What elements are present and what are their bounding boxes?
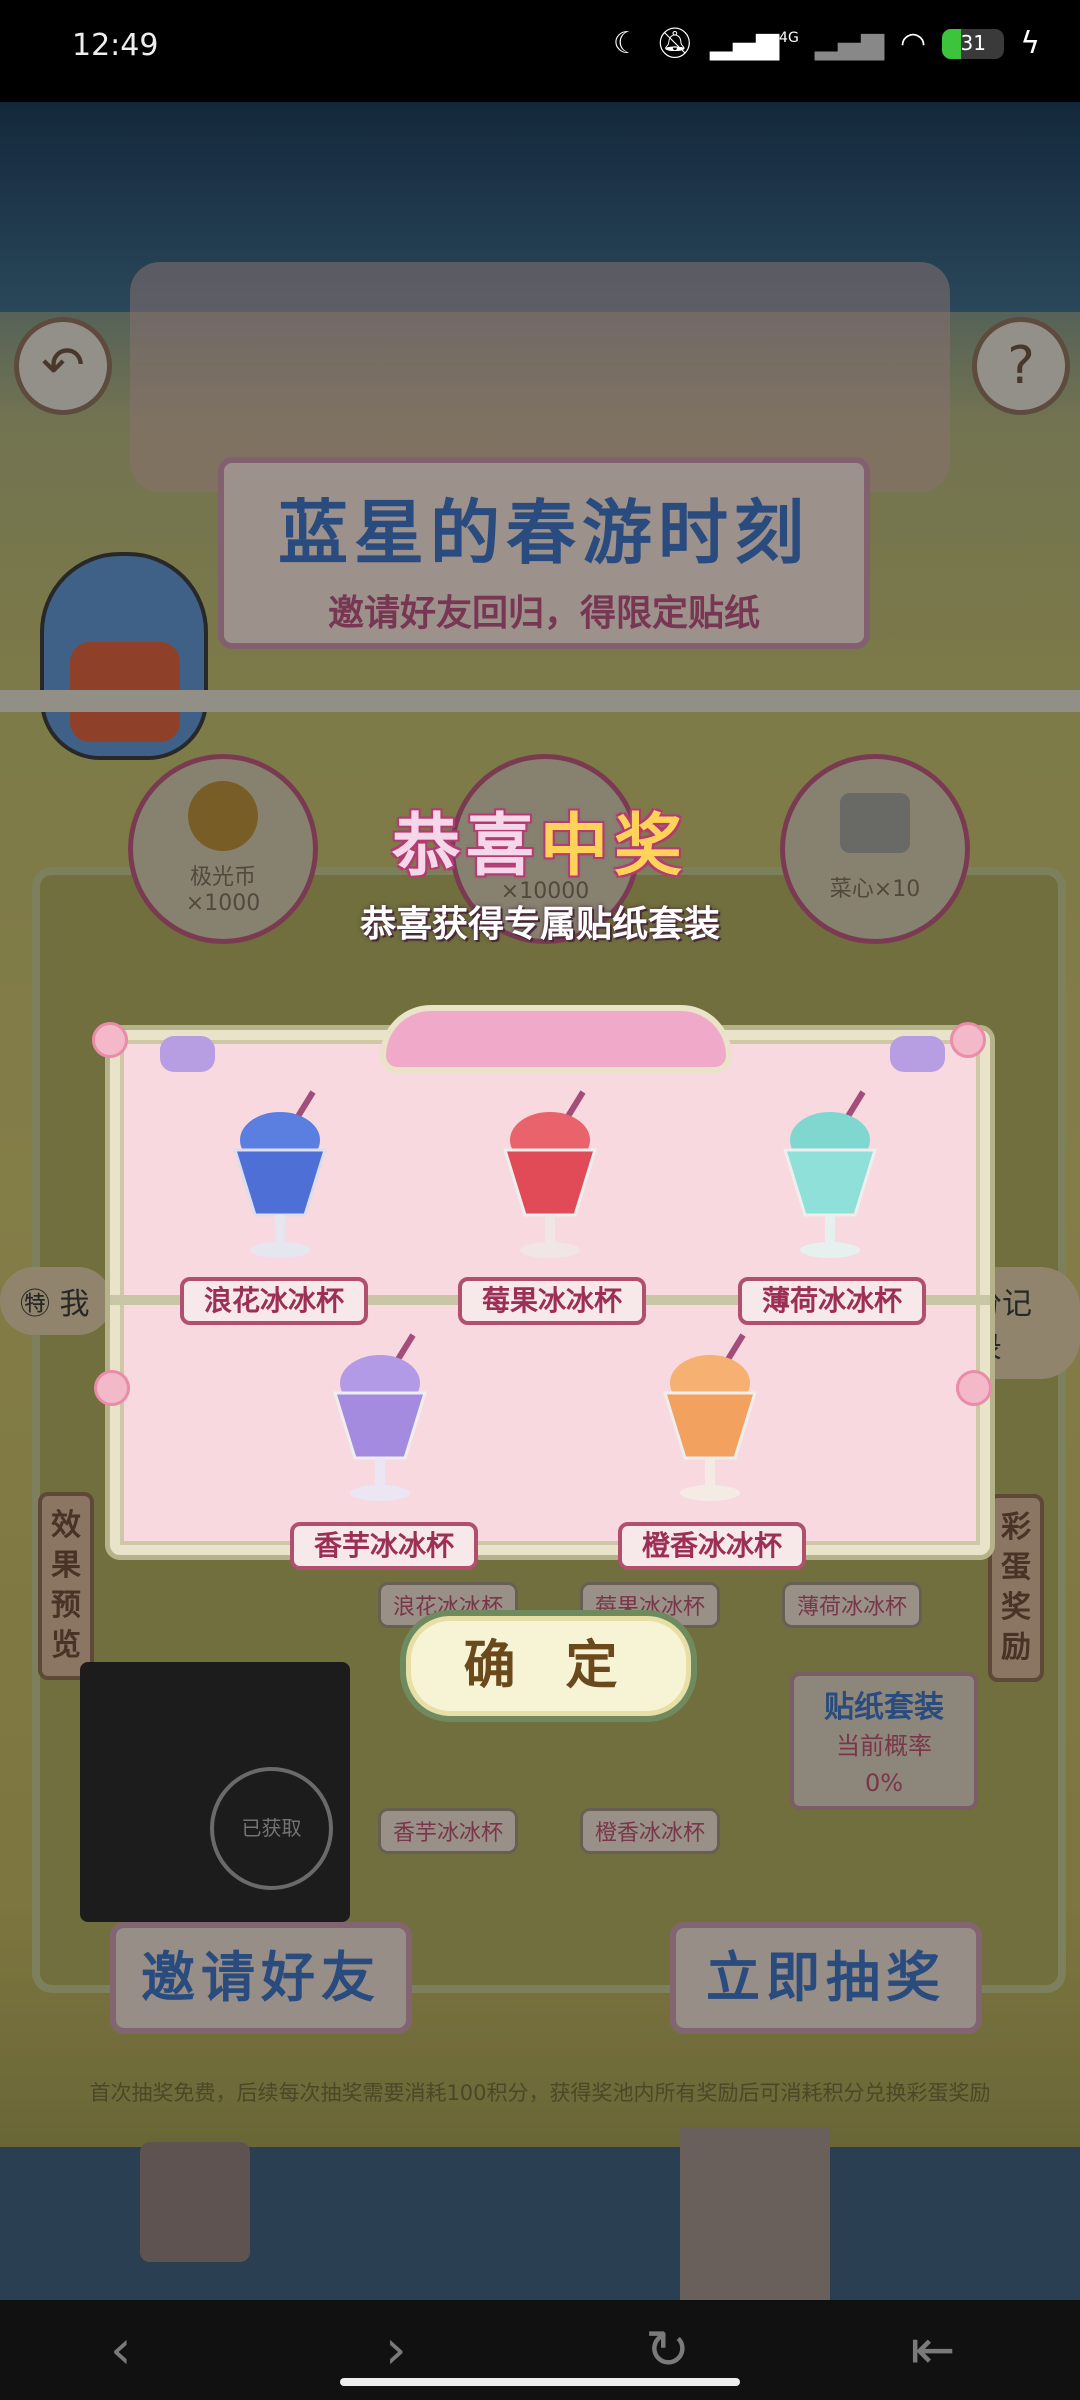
moon-icon: ☾ — [612, 26, 640, 61]
battery-text: 31 — [960, 30, 986, 55]
charging-icon: ϟ — [1020, 26, 1040, 61]
exit-icon[interactable]: ⇤ — [910, 2318, 955, 2381]
congrats-title-part2: 中奖 — [540, 807, 689, 886]
ice-cup-mint — [782, 1090, 878, 1258]
prize-label-1: 浪花冰冰杯 — [180, 1277, 368, 1325]
prize-label-5: 橙香冰冰杯 — [618, 1522, 806, 1570]
flower-icon — [956, 1370, 992, 1406]
confirm-button[interactable]: 确 定 — [400, 1610, 697, 1722]
wisteria-icon — [160, 1036, 215, 1072]
refresh-icon[interactable]: ↻ — [645, 2318, 690, 2381]
ice-cup-blue — [232, 1090, 328, 1258]
wisteria-icon — [890, 1036, 945, 1072]
flower-icon — [92, 1022, 128, 1058]
battery-icon: 31 — [942, 28, 1005, 59]
back-icon[interactable]: ‹ — [110, 2318, 132, 2381]
ice-cup-orange — [662, 1333, 758, 1501]
signal-no-sim-icon: ▂▄▆ — [814, 26, 885, 61]
ice-cup-purple — [332, 1333, 428, 1501]
mute-icon: 🔕︎ — [655, 26, 694, 61]
flower-icon — [950, 1022, 986, 1058]
clock: 12:49 — [72, 28, 159, 63]
congrats-title: 恭喜中奖 — [0, 790, 1080, 889]
signal-icon: ▂▄▆4G — [709, 26, 799, 61]
card-crest — [380, 1005, 732, 1073]
ice-cup-red — [502, 1090, 598, 1258]
navigation-bar: ‹ › ↻ ⇤ — [0, 2300, 1080, 2400]
prize-label-2: 莓果冰冰杯 — [458, 1277, 646, 1325]
wifi-icon: ◠ — [900, 26, 927, 61]
status-bar: 12:49 ☾ 🔕︎ ▂▄▆4G ▂▄▆ ◠ 31 ϟ — [0, 0, 1080, 102]
flower-icon — [94, 1370, 130, 1406]
forward-icon[interactable]: › — [385, 2318, 407, 2381]
status-icons: ☾ 🔕︎ ▂▄▆4G ▂▄▆ ◠ 31 ϟ — [613, 26, 1040, 61]
home-handle[interactable] — [340, 2378, 740, 2386]
prize-label-4: 香芋冰冰杯 — [290, 1522, 478, 1570]
prize-card: 浪花冰冰杯 莓果冰冰杯 薄荷冰冰杯 香芋冰冰杯 橙香冰冰杯 — [92, 1005, 992, 1570]
congrats-title-part1: 恭喜 — [391, 807, 540, 886]
congrats-subtitle: 恭喜获得专属贴纸套装 — [359, 904, 720, 945]
prize-label-3: 薄荷冰冰杯 — [738, 1277, 926, 1325]
